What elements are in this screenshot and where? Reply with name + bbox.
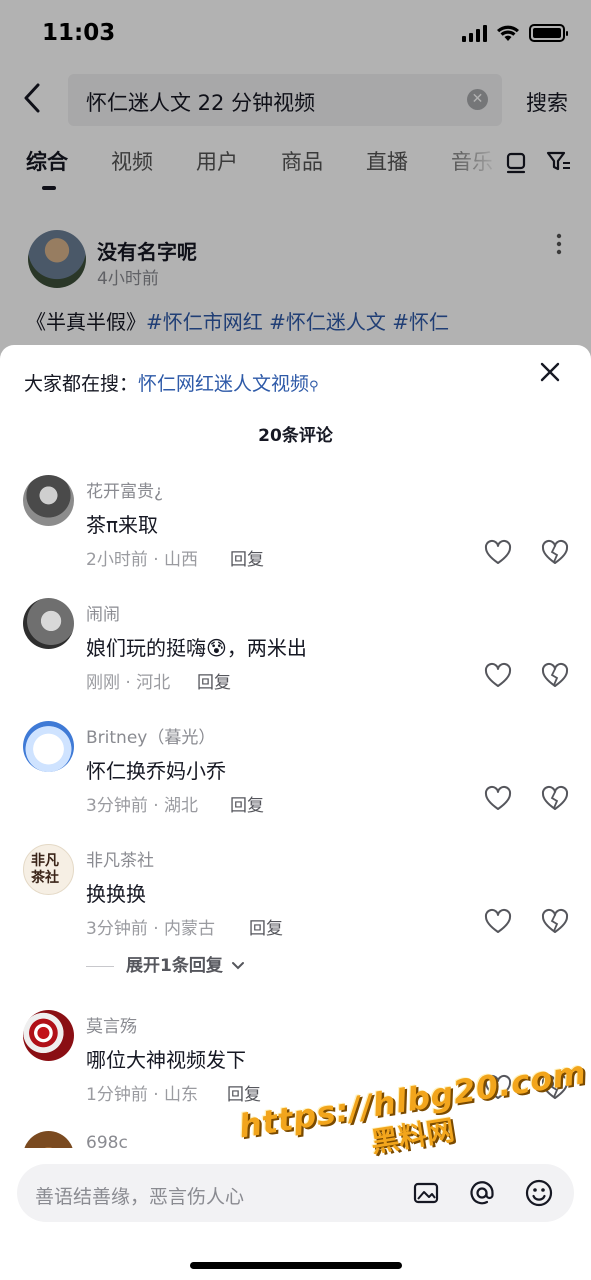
chevron-down-icon bbox=[231, 962, 244, 970]
broken-heart-icon[interactable] bbox=[541, 539, 569, 567]
comment-author[interactable]: 花开富贵¿ bbox=[86, 477, 163, 502]
emoji-icon[interactable] bbox=[524, 1178, 554, 1208]
broken-heart-icon[interactable] bbox=[541, 908, 569, 936]
comment-count: 20条评论 bbox=[258, 426, 333, 446]
comment-meta: 2小时前 · 山西 bbox=[86, 550, 199, 570]
hot-search-banner[interactable]: 大家都在搜：怀仁网红迷人文视频⚲ bbox=[24, 369, 319, 396]
comment-text[interactable]: 换换换 bbox=[86, 878, 146, 907]
close-button[interactable] bbox=[537, 361, 563, 387]
avatar[interactable] bbox=[23, 1010, 74, 1061]
search-icon: ⚲ bbox=[309, 379, 319, 394]
avatar[interactable]: 非凡茶社 bbox=[23, 844, 74, 895]
comment-meta: 刚刚 · 河北 bbox=[86, 673, 171, 693]
comment-author[interactable]: 闹闹 bbox=[86, 600, 120, 625]
reply-button[interactable]: 回复 bbox=[230, 545, 264, 570]
expand-replies-label: 展开1条回复 bbox=[126, 956, 223, 976]
reply-button[interactable]: 回复 bbox=[249, 914, 283, 939]
tea-shop-logo: 非凡茶社 bbox=[31, 853, 59, 886]
avatar[interactable] bbox=[23, 721, 74, 772]
comment-author[interactable]: 莫言殇 bbox=[86, 1012, 137, 1037]
comment-text[interactable]: 娘们玩的挺嗨😰，两米出 bbox=[86, 632, 307, 661]
mention-icon[interactable] bbox=[467, 1178, 497, 1208]
hot-search-label: 大家都在搜： bbox=[24, 373, 139, 395]
comment-text[interactable]: 茶π来取 bbox=[86, 509, 158, 538]
divider bbox=[86, 965, 114, 967]
home-indicator bbox=[190, 1262, 402, 1269]
comment-author[interactable]: 非凡茶社 bbox=[86, 846, 154, 871]
comment-text[interactable]: 怀仁换乔妈小乔 bbox=[86, 755, 226, 784]
heart-icon[interactable] bbox=[484, 785, 512, 813]
broken-heart-icon[interactable] bbox=[541, 785, 569, 813]
reply-button[interactable]: 回复 bbox=[227, 1080, 261, 1105]
comment-meta: 3分钟前 · 内蒙古 bbox=[86, 919, 216, 939]
close-icon bbox=[540, 362, 560, 382]
comment-text[interactable]: 哪位大神视频发下 bbox=[86, 1044, 246, 1073]
comment-item: 闹闹 娘们玩的挺嗨😰，两米出 刚刚 · 河北 回复 bbox=[0, 598, 591, 708]
reply-button[interactable]: 回复 bbox=[197, 668, 231, 693]
heart-icon[interactable] bbox=[484, 662, 512, 690]
comment-author[interactable]: Britney（暮光） bbox=[86, 723, 215, 748]
comment-item: Britney（暮光） 怀仁换乔妈小乔 3分钟前 · 湖北 回复 bbox=[0, 721, 591, 831]
comment-meta: 3分钟前 · 湖北 bbox=[86, 796, 199, 816]
broken-heart-icon[interactable] bbox=[541, 662, 569, 690]
heart-icon[interactable] bbox=[484, 539, 512, 567]
reply-button[interactable]: 回复 bbox=[230, 791, 264, 816]
comment-meta: 1分钟前 · 山东 bbox=[86, 1085, 199, 1105]
hot-search-keyword[interactable]: 怀仁网红迷人文视频 bbox=[138, 373, 309, 395]
comment-item: 花开富贵¿ 茶π来取 2小时前 · 山西 回复 bbox=[0, 475, 591, 585]
comment-item: 非凡茶社 非凡茶社 换换换 3分钟前 · 内蒙古 回复 bbox=[0, 844, 591, 954]
image-icon[interactable] bbox=[411, 1178, 441, 1208]
avatar[interactable] bbox=[23, 475, 74, 526]
comment-input-placeholder: 善语结善缘，恶言伤人心 bbox=[35, 1186, 245, 1208]
heart-icon[interactable] bbox=[484, 908, 512, 936]
avatar[interactable] bbox=[23, 598, 74, 649]
expand-replies-button[interactable]: 展开1条回复 bbox=[86, 951, 245, 976]
